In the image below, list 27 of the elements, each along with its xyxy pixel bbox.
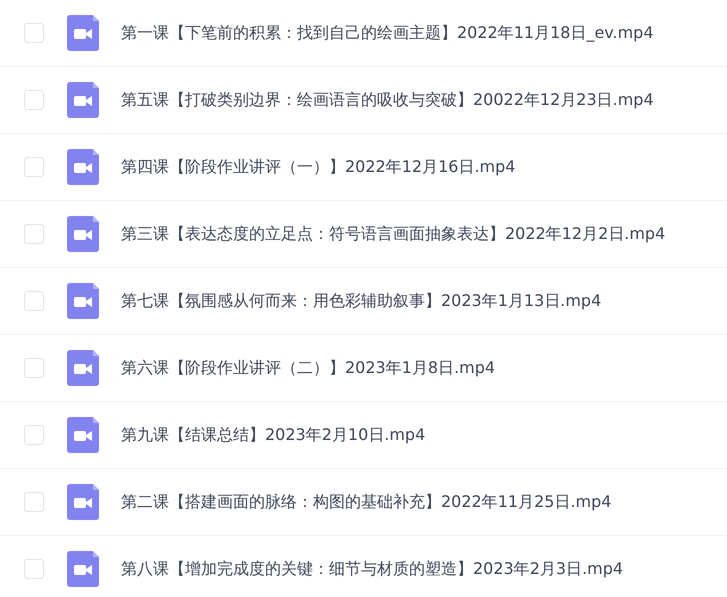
video-file-icon	[67, 149, 99, 185]
video-file-icon	[67, 82, 99, 118]
file-name[interactable]: 第八课【增加完成度的关键：细节与材质的塑造】2023年2月3日.mp4	[121, 558, 624, 580]
checkbox[interactable]	[24, 23, 44, 43]
video-file-icon	[67, 417, 99, 453]
checkbox[interactable]	[24, 425, 44, 445]
file-name[interactable]: 第六课【阶段作业讲评（二）】2023年1月8日.mp4	[121, 358, 496, 378]
file-name[interactable]: 第五课【打破类别边界：绘画语言的吸收与突破】20022年12月23日.mp4	[121, 90, 654, 110]
checkbox[interactable]	[24, 157, 44, 177]
video-file-icon	[67, 216, 99, 252]
checkbox[interactable]	[24, 224, 44, 244]
checkbox[interactable]	[24, 90, 44, 110]
file-name[interactable]: 第三课【表达态度的立足点：符号语言画面抽象表达】2022年12月2日.mp4	[121, 224, 666, 244]
file-name[interactable]: 第一课【下笔前的积累：找到自己的绘画主题】2022年11月18日_ev.mp4	[121, 22, 654, 44]
video-file-icon	[67, 283, 99, 319]
video-file-icon	[67, 484, 99, 520]
checkbox[interactable]	[24, 492, 44, 512]
file-name[interactable]: 第九课【结课总结】2023年2月10日.mp4	[121, 424, 426, 446]
video-file-icon	[67, 350, 99, 386]
video-file-icon	[67, 15, 99, 51]
video-file-icon	[67, 551, 99, 587]
file-name[interactable]: 第四课【阶段作业讲评（一）】2022年12月16日.mp4	[121, 156, 516, 178]
checkbox[interactable]	[24, 559, 44, 579]
checkbox[interactable]	[24, 358, 44, 378]
file-name[interactable]: 第七课【氛围感从何而来：用色彩辅助叙事】2023年1月13日.mp4	[121, 290, 602, 312]
file-name[interactable]: 第二课【搭建画面的脉络：构图的基础补充】2022年11月25日.mp4	[121, 492, 612, 512]
checkbox[interactable]	[24, 291, 44, 311]
